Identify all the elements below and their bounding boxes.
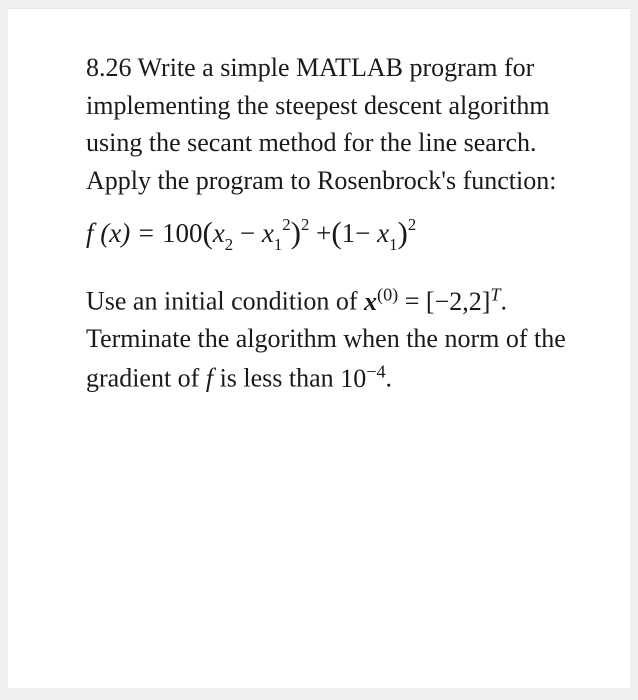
- formula-x1sq: x: [262, 218, 274, 248]
- problem-intro: Write a simple MATLAB program for implem…: [86, 53, 556, 195]
- document-page: 8.26 Write a simple MATLAB program for i…: [8, 8, 630, 688]
- formula-x2: x: [213, 218, 225, 248]
- tolerance: 10−4: [340, 364, 385, 393]
- formula-lhs: f (x) =: [86, 218, 155, 248]
- x0-super: (0): [377, 284, 398, 304]
- x0-value: [−2,2]: [426, 287, 490, 316]
- x0-symbol: x: [364, 287, 377, 316]
- x0-transpose: T: [490, 284, 500, 304]
- cond-text-d: is less than: [213, 364, 340, 393]
- problem-statement: 8.26 Write a simple MATLAB program for i…: [86, 49, 570, 200]
- formula-coeff: 100: [162, 218, 203, 248]
- cond-text-a: Use an initial condition of: [86, 287, 364, 316]
- problem-conditions: Use an initial condition of x(0) = [−2,2…: [86, 281, 570, 397]
- f-symbol: f: [206, 364, 213, 393]
- problem-number: 8.26: [86, 53, 132, 82]
- formula-one: 1: [342, 218, 356, 248]
- rosenbrock-formula: f (x) = 100(x2 − x12)2 +(1− x1)2: [86, 214, 570, 253]
- formula-x1: x: [377, 218, 389, 248]
